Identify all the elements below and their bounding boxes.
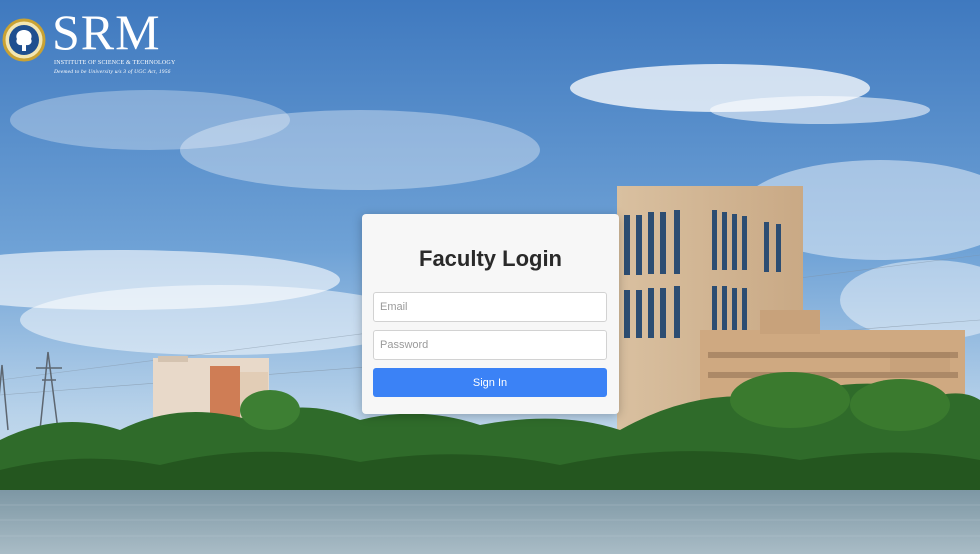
login-form: Sign In — [373, 292, 608, 397]
login-title: Faculty Login — [419, 246, 562, 271]
brand-tagline: INSTITUTE OF SCIENCE & TECHNOLOGY — [54, 60, 176, 66]
brand-subtagline: Deemed to be University u/s 3 of UGC Act… — [54, 69, 171, 75]
email-field[interactable] — [373, 292, 607, 322]
password-field[interactable] — [373, 330, 607, 360]
srm-logo[interactable]: SRM INSTITUTE OF SCIENCE & TECHNOLOGY De… — [0, 4, 175, 80]
srm-emblem-icon — [2, 18, 46, 62]
brand-name: SRM — [52, 4, 161, 60]
sign-in-button[interactable]: Sign In — [373, 368, 607, 397]
login-card: Faculty Login Sign In — [362, 214, 619, 414]
